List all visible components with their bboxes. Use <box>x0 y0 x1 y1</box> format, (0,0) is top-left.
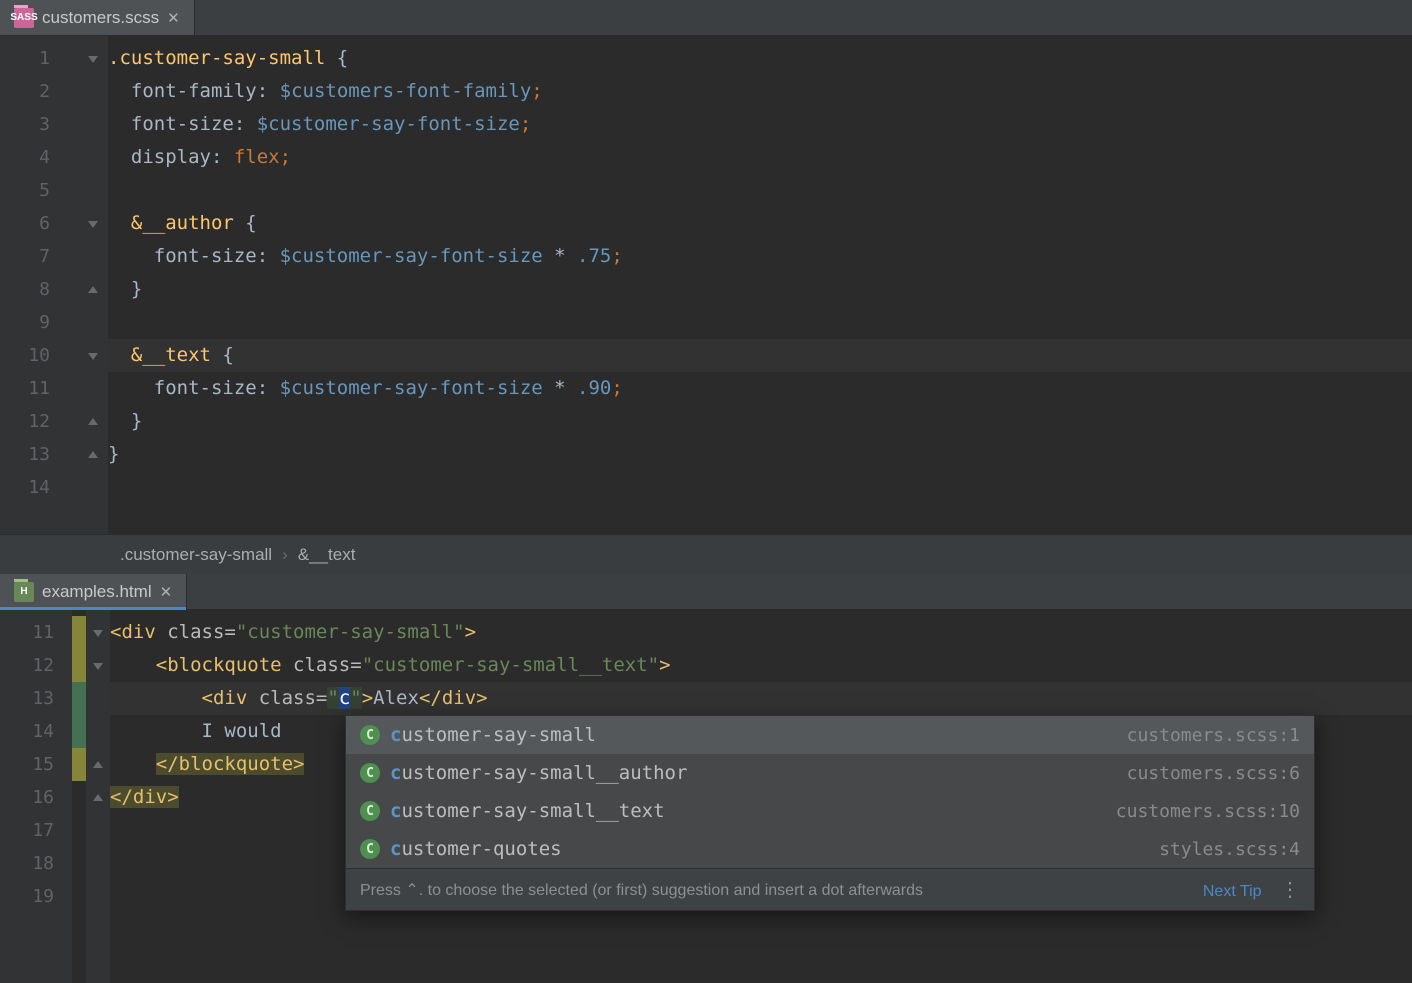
more-icon[interactable]: ⋮ <box>1280 879 1300 901</box>
breadcrumb-item[interactable]: &__text <box>298 545 356 565</box>
vcs-modified-marker[interactable] <box>72 616 86 649</box>
completion-tip-bar: Press ⌃. to choose the selected (or firs… <box>346 868 1314 910</box>
class-icon: C <box>360 801 380 821</box>
line-number: 7 <box>0 240 78 273</box>
line-number: 15 <box>0 748 72 781</box>
code-line[interactable]: } <box>108 438 1412 471</box>
line-number: 1 <box>0 42 78 75</box>
line-number: 6 <box>0 207 78 240</box>
code-line[interactable]: &__author { <box>108 207 1412 240</box>
vcs-added-marker[interactable] <box>72 682 86 715</box>
bottom-tabbar: H examples.html ✕ <box>0 574 1412 610</box>
tab-customers-scss[interactable]: SASS customers.scss ✕ <box>0 0 195 35</box>
code-line[interactable]: } <box>108 273 1412 306</box>
completion-popup: Ccustomer-say-small customers.scss:1 Ccu… <box>345 715 1315 911</box>
code-line[interactable]: <blockquote class="customer-say-small__t… <box>110 649 1412 682</box>
fold-open-icon[interactable] <box>78 339 108 372</box>
line-number: 2 <box>0 75 78 108</box>
line-number: 11 <box>0 616 72 649</box>
code-line[interactable] <box>108 174 1412 207</box>
line-number: 3 <box>0 108 78 141</box>
code-line[interactable] <box>108 306 1412 339</box>
line-number: 13 <box>0 682 72 715</box>
code-line[interactable]: font-family: $customers-font-family; <box>108 75 1412 108</box>
line-number: 14 <box>0 471 78 504</box>
line-number: 10 <box>0 339 78 372</box>
line-number: 11 <box>0 372 78 405</box>
code-line[interactable]: font-size: $customer-say-font-size; <box>108 108 1412 141</box>
close-icon[interactable]: ✕ <box>167 9 180 27</box>
vcs-modified-marker[interactable] <box>72 748 86 781</box>
completion-tip-text: Press ⌃. to choose the selected (or firs… <box>360 880 923 900</box>
completion-item[interactable]: Ccustomer-say-small customers.scss:1 <box>346 716 1314 754</box>
class-icon: C <box>360 839 380 859</box>
top-editor[interactable]: 1 2 3 4 5 6 7 8 9 10 11 12 13 14 <box>0 36 1412 534</box>
completion-item[interactable]: Ccustomer-say-small__author customers.sc… <box>346 754 1314 792</box>
fold-close-icon[interactable] <box>86 781 110 814</box>
fold-close-icon[interactable] <box>78 438 108 471</box>
top-gutter: 1 2 3 4 5 6 7 8 9 10 11 12 13 14 <box>0 36 78 534</box>
code-line[interactable]: font-size: $customer-say-font-size * .90… <box>108 372 1412 405</box>
bottom-editor-pane: H examples.html ✕ 11 12 13 14 15 16 17 1… <box>0 574 1412 983</box>
code-line[interactable]: .customer-say-small { <box>108 42 1412 75</box>
line-number: 13 <box>0 438 78 471</box>
close-icon[interactable]: ✕ <box>160 583 173 601</box>
line-number: 8 <box>0 273 78 306</box>
next-tip-link[interactable]: Next Tip <box>1203 883 1262 900</box>
vcs-added-marker[interactable] <box>72 715 86 748</box>
class-icon: C <box>360 725 380 745</box>
vcs-gutter <box>72 610 86 983</box>
completion-item[interactable]: Ccustomer-say-small__text customers.scss… <box>346 792 1314 830</box>
completion-location: styles.scss:4 <box>1159 839 1300 860</box>
top-tabbar: SASS customers.scss ✕ <box>0 0 1412 36</box>
bottom-fold-column <box>86 610 110 983</box>
tab-label: examples.html <box>42 582 152 602</box>
html-file-icon: H <box>14 582 34 602</box>
class-icon: C <box>360 763 380 783</box>
line-number: 12 <box>0 649 72 682</box>
fold-open-icon[interactable] <box>78 42 108 75</box>
fold-close-icon[interactable] <box>78 405 108 438</box>
line-number: 17 <box>0 814 72 847</box>
tab-label: customers.scss <box>42 8 159 28</box>
line-number: 12 <box>0 405 78 438</box>
line-number: 14 <box>0 715 72 748</box>
fold-open-icon[interactable] <box>86 616 110 649</box>
tab-examples-html[interactable]: H examples.html ✕ <box>0 574 187 609</box>
code-line[interactable]: } <box>108 405 1412 438</box>
line-number: 4 <box>0 141 78 174</box>
line-number: 19 <box>0 880 72 913</box>
code-line[interactable]: font-size: $customer-say-font-size * .75… <box>108 240 1412 273</box>
code-line[interactable]: display: flex; <box>108 141 1412 174</box>
completion-location: customers.scss:1 <box>1127 725 1300 746</box>
bottom-code[interactable]: <div class="customer-say-small"> <blockq… <box>110 610 1412 983</box>
top-fold-column <box>78 36 108 534</box>
code-line[interactable]: <div class="c">Alex</div> <box>110 682 1412 715</box>
bottom-editor[interactable]: 11 12 13 14 15 16 17 18 19 <box>0 610 1412 983</box>
fold-close-icon[interactable] <box>78 273 108 306</box>
bottom-gutter: 11 12 13 14 15 16 17 18 19 <box>0 610 72 983</box>
fold-open-icon[interactable] <box>86 649 110 682</box>
completion-location: customers.scss:6 <box>1127 763 1300 784</box>
code-line[interactable]: <div class="customer-say-small"> <box>110 616 1412 649</box>
breadcrumb-item[interactable]: .customer-say-small <box>120 545 272 565</box>
fold-open-icon[interactable] <box>78 207 108 240</box>
completion-location: customers.scss:10 <box>1116 801 1300 822</box>
completion-item[interactable]: Ccustomer-quotes styles.scss:4 <box>346 830 1314 868</box>
line-number: 16 <box>0 781 72 814</box>
code-line[interactable] <box>108 471 1412 504</box>
line-number: 9 <box>0 306 78 339</box>
top-code[interactable]: .customer-say-small { font-family: $cust… <box>108 36 1412 534</box>
breadcrumb: .customer-say-small › &__text <box>0 534 1412 574</box>
fold-close-icon[interactable] <box>86 748 110 781</box>
code-line[interactable]: &__text { <box>108 339 1412 372</box>
line-number: 18 <box>0 847 72 880</box>
vcs-modified-marker[interactable] <box>72 649 86 682</box>
top-editor-pane: SASS customers.scss ✕ 1 2 3 4 5 6 7 8 9 … <box>0 0 1412 574</box>
chevron-right-icon: › <box>282 545 288 565</box>
line-number: 5 <box>0 174 78 207</box>
sass-file-icon: SASS <box>14 8 34 28</box>
